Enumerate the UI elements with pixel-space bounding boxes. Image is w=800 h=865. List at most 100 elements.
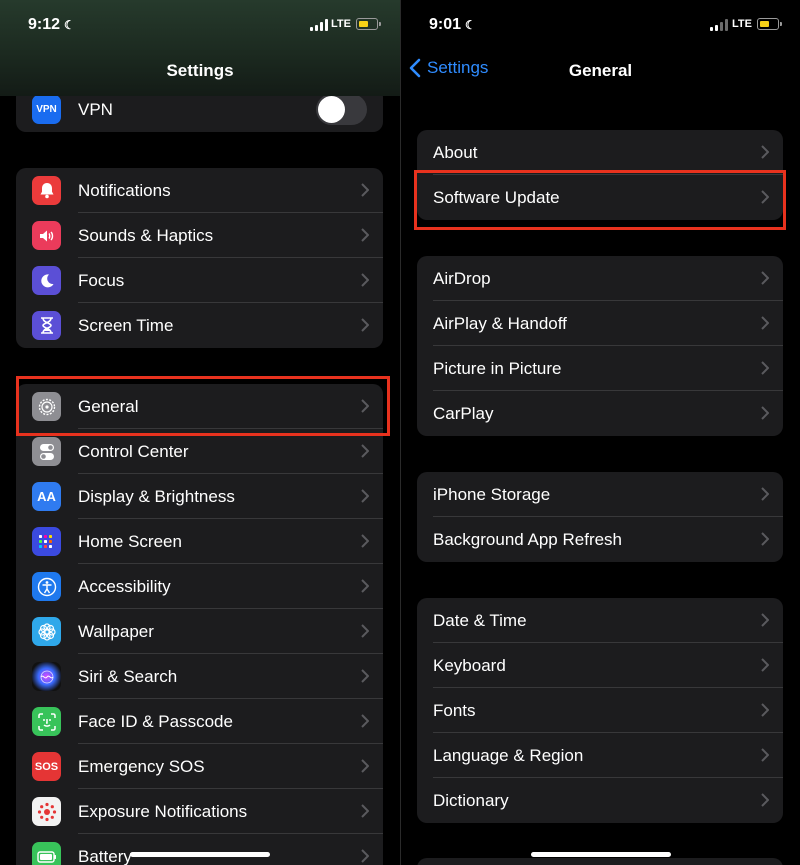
row-label: Face ID & Passcode <box>78 712 233 731</box>
row-label: AirDrop <box>433 269 491 288</box>
settings-screen: VPN VPN 9:12 ☾ LTE Settings Notifications… <box>0 0 400 865</box>
row-label: Screen Time <box>78 316 174 335</box>
chevron-right-icon <box>761 271 770 290</box>
row-label: About <box>433 143 478 162</box>
chevron-right-icon <box>761 406 770 425</box>
settings-row-siri-search[interactable]: Siri & Search <box>16 654 383 699</box>
display-icon: AA <box>32 482 61 511</box>
chevron-right-icon <box>361 318 370 337</box>
general-row-keyboard[interactable]: Keyboard <box>417 643 783 688</box>
settings-row-accessibility[interactable]: Accessibility <box>16 564 383 609</box>
row-label: Date & Time <box>433 611 527 630</box>
moon-icon <box>32 266 61 295</box>
battery-icon <box>356 18 381 30</box>
chevron-right-icon <box>361 444 370 463</box>
accessibility-icon <box>32 572 61 601</box>
chevron-right-icon <box>761 145 770 164</box>
chevron-right-icon <box>361 183 370 202</box>
row-label: Home Screen <box>78 532 182 551</box>
general-row-date-time[interactable]: Date & Time <box>417 598 783 643</box>
home-indicator <box>130 852 270 857</box>
chevron-right-icon <box>761 487 770 506</box>
hourglass-icon <box>32 311 61 340</box>
chevron-right-icon <box>761 190 770 209</box>
general-group: General Control Center AA Display & Brig… <box>16 384 383 865</box>
battery-icon <box>32 842 61 865</box>
row-label: Keyboard <box>433 656 506 675</box>
settings-row-screen-time[interactable]: Screen Time <box>16 303 383 348</box>
row-label: Fonts <box>433 701 476 720</box>
row-label: Software Update <box>433 188 560 207</box>
settings-row-sounds-haptics[interactable]: Sounds & Haptics <box>16 213 383 258</box>
general-row-airdrop[interactable]: AirDrop <box>417 256 783 301</box>
general-row-about[interactable]: About <box>417 130 783 175</box>
settings-row-battery[interactable]: Battery <box>16 834 383 865</box>
chevron-right-icon <box>361 624 370 643</box>
sharing-group: AirDrop AirPlay & Handoff Picture in Pic… <box>417 256 783 436</box>
row-label: Emergency SOS <box>78 757 205 776</box>
toggle-knob <box>318 96 345 123</box>
status-bar: 9:12 ☾ LTE <box>0 0 400 44</box>
general-row-software-update[interactable]: Software Update <box>417 175 783 220</box>
siri-icon <box>32 662 61 691</box>
row-label: Language & Region <box>433 746 584 765</box>
chevron-right-icon <box>361 849 370 865</box>
page-title: Settings <box>166 61 234 80</box>
settings-row-home-screen[interactable]: Home Screen <box>16 519 383 564</box>
chevron-right-icon <box>761 613 770 632</box>
exposure-icon <box>32 797 61 826</box>
settings-row-general[interactable]: General <box>16 384 383 429</box>
settings-row-control-center[interactable]: Control Center <box>16 429 383 474</box>
chevron-right-icon <box>361 273 370 292</box>
chevron-right-icon <box>361 669 370 688</box>
row-label: VPN <box>78 100 113 119</box>
settings-row-display-brightness[interactable]: AA Display & Brightness <box>16 474 383 519</box>
sos-icon: SOS <box>32 752 61 781</box>
locale-group: Date & Time Keyboard Fonts Language & Re… <box>417 598 783 823</box>
row-label: Siri & Search <box>78 667 178 686</box>
general-row-fonts[interactable]: Fonts <box>417 688 783 733</box>
chevron-right-icon <box>761 361 770 380</box>
chevron-right-icon <box>361 489 370 508</box>
gear-icon <box>32 392 61 421</box>
settings-row-focus[interactable]: Focus <box>16 258 383 303</box>
chevron-right-icon <box>761 532 770 551</box>
row-label: Background App Refresh <box>433 530 623 549</box>
flower-icon <box>32 617 61 646</box>
speaker-icon <box>32 221 61 250</box>
settings-row-exposure-notifications[interactable]: Exposure Notifications <box>16 789 383 834</box>
status-time: 9:01 ☾ <box>429 16 476 33</box>
row-label: CarPlay <box>433 404 494 423</box>
about-group: About Software Update <box>417 130 783 220</box>
general-row-picture-in-picture[interactable]: Picture in Picture <box>417 346 783 391</box>
vpn-toggle[interactable] <box>316 94 367 125</box>
row-label: Picture in Picture <box>433 359 562 378</box>
general-row-airplay-handoff[interactable]: AirPlay & Handoff <box>417 301 783 346</box>
chevron-right-icon <box>361 228 370 247</box>
settings-row-notifications[interactable]: Notifications <box>16 168 383 213</box>
storage-group: iPhone Storage Background App Refresh <box>417 472 783 562</box>
navigation-bar: Settings General <box>401 44 800 96</box>
settings-row-face-id-passcode[interactable]: Face ID & Passcode <box>16 699 383 744</box>
general-row-language-region[interactable]: Language & Region <box>417 733 783 778</box>
general-row-iphone-storage[interactable]: iPhone Storage <box>417 472 783 517</box>
row-label: Wallpaper <box>78 622 154 641</box>
home-indicator <box>530 852 671 857</box>
row-label: Battery <box>78 847 132 865</box>
moon-icon: ☾ <box>465 18 476 32</box>
general-row-dictionary[interactable]: Dictionary <box>417 778 783 823</box>
row-label: Notifications <box>78 181 171 200</box>
chevron-right-icon <box>361 759 370 778</box>
page-title: General <box>568 61 633 80</box>
vpn-icon: VPN <box>32 95 61 124</box>
switches-icon <box>32 437 61 466</box>
general-row-background-app-refresh[interactable]: Background App Refresh <box>417 517 783 562</box>
chevron-right-icon <box>361 804 370 823</box>
settings-row-emergency-sos[interactable]: SOS Emergency SOS <box>16 744 383 789</box>
settings-row-wallpaper[interactable]: Wallpaper <box>16 609 383 654</box>
row-label: Dictionary <box>433 791 509 810</box>
general-row-carplay[interactable]: CarPlay <box>417 391 783 436</box>
notifications-group: Notifications Sounds & Haptics Focus Scr… <box>16 168 383 348</box>
moon-icon: ☾ <box>64 18 75 32</box>
status-time: 9:12 ☾ <box>28 16 75 33</box>
